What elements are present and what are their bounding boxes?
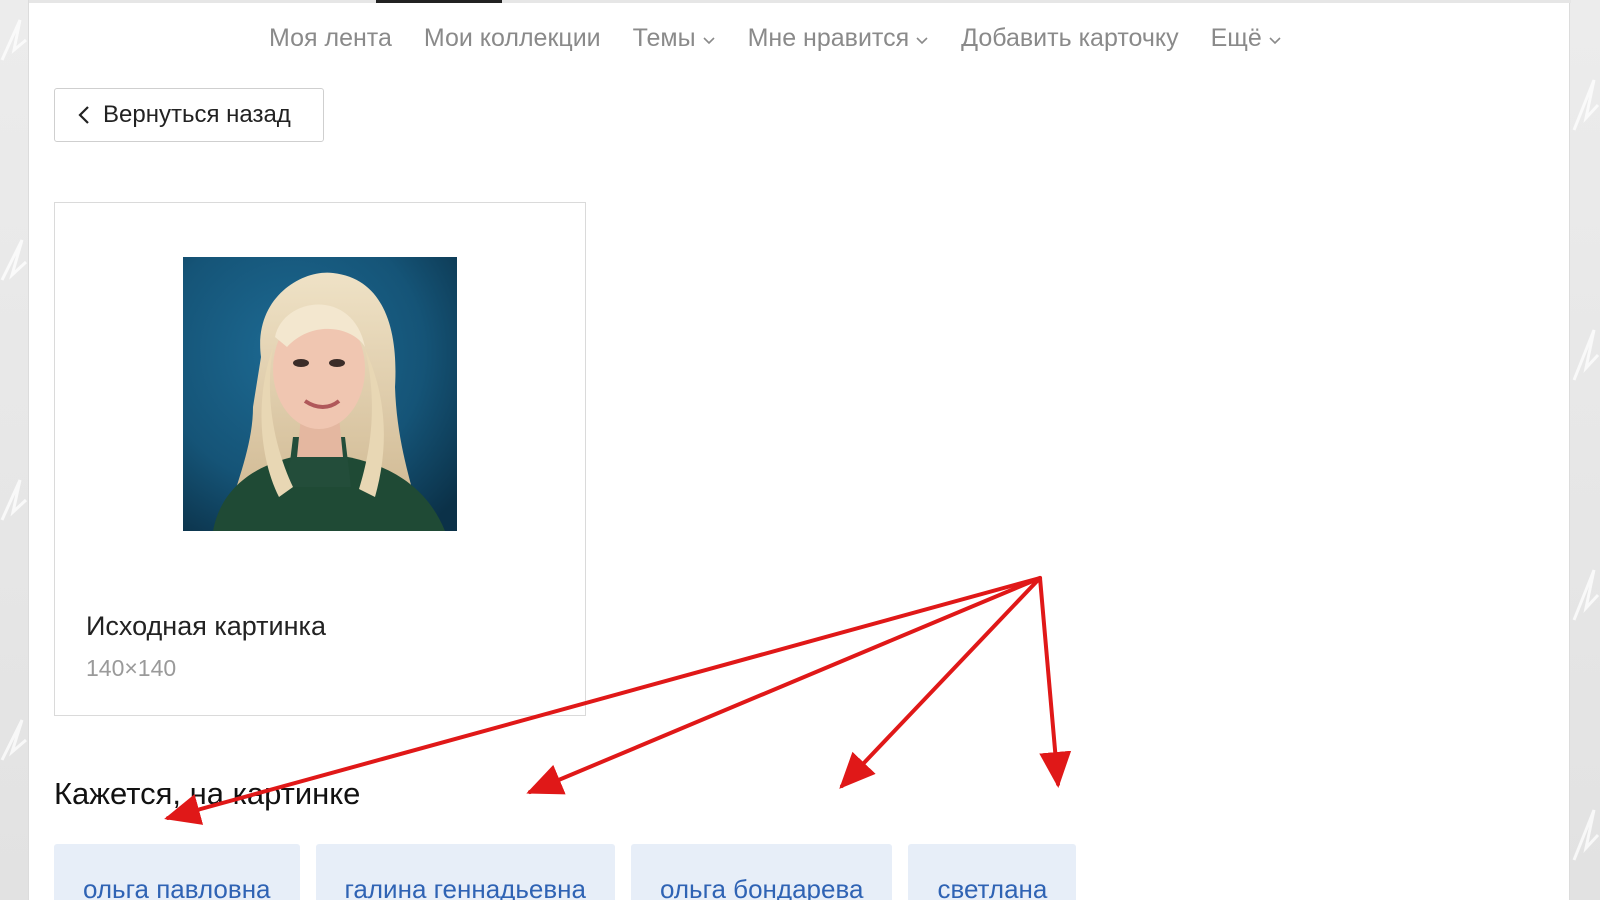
- top-navigation: Моя лента Мои коллекции Темы Мне нравитс…: [269, 24, 1314, 53]
- tag-button[interactable]: светлана: [908, 844, 1077, 900]
- source-image-title: Исходная картинка: [86, 611, 326, 641]
- nav-item-my-collections[interactable]: Мои коллекции: [424, 24, 601, 53]
- watermark-pattern-right: [1572, 79, 1600, 861]
- back-button[interactable]: Вернуться назад: [54, 88, 324, 142]
- top-divider: [29, 0, 1571, 3]
- right-background-strip: [1570, 0, 1600, 900]
- chevron-down-icon: [1269, 36, 1281, 44]
- nav-item-add-card[interactable]: Добавить карточку: [961, 24, 1178, 53]
- page-content: Моя лента Мои коллекции Темы Мне нравитс…: [28, 0, 1571, 900]
- portrait-photo[interactable]: [183, 257, 457, 531]
- back-button-label: Вернуться назад: [103, 101, 291, 128]
- nav-item-label: Темы: [632, 24, 696, 52]
- nav-item-label: Мне нравится: [747, 24, 910, 52]
- nav-item-label: Моя лента: [269, 24, 392, 52]
- tag-button[interactable]: ольга бондарева: [630, 844, 893, 900]
- nav-item-likes[interactable]: Мне нравится: [748, 24, 930, 53]
- nav-item-label: Ещё: [1210, 24, 1262, 52]
- tag-button[interactable]: галина геннадьевна: [315, 844, 615, 900]
- active-tab-indicator: [376, 0, 502, 3]
- source-image-card: Исходная картинка 140×140: [54, 202, 586, 716]
- watermark-pattern-left: [0, 19, 28, 761]
- chevron-down-icon: [916, 36, 928, 44]
- tags-list: ольга павловна галина геннадьевна ольга …: [54, 844, 1092, 900]
- nav-item-my-feed[interactable]: Моя лента: [269, 24, 392, 53]
- nav-item-label: Добавить карточку: [961, 24, 1179, 52]
- left-background-strip: [0, 0, 28, 900]
- nav-item-more[interactable]: Ещё: [1211, 24, 1282, 53]
- tags-heading: Кажется, на картинке: [54, 776, 361, 811]
- tag-button[interactable]: ольга павловна: [54, 844, 300, 900]
- chevron-down-icon: [703, 36, 715, 44]
- source-image-size: 140×140: [86, 655, 177, 681]
- chevron-left-icon: [78, 106, 89, 124]
- nav-item-topics[interactable]: Темы: [633, 24, 716, 53]
- nav-item-label: Мои коллекции: [423, 24, 601, 52]
- portrait-image: [183, 257, 457, 531]
